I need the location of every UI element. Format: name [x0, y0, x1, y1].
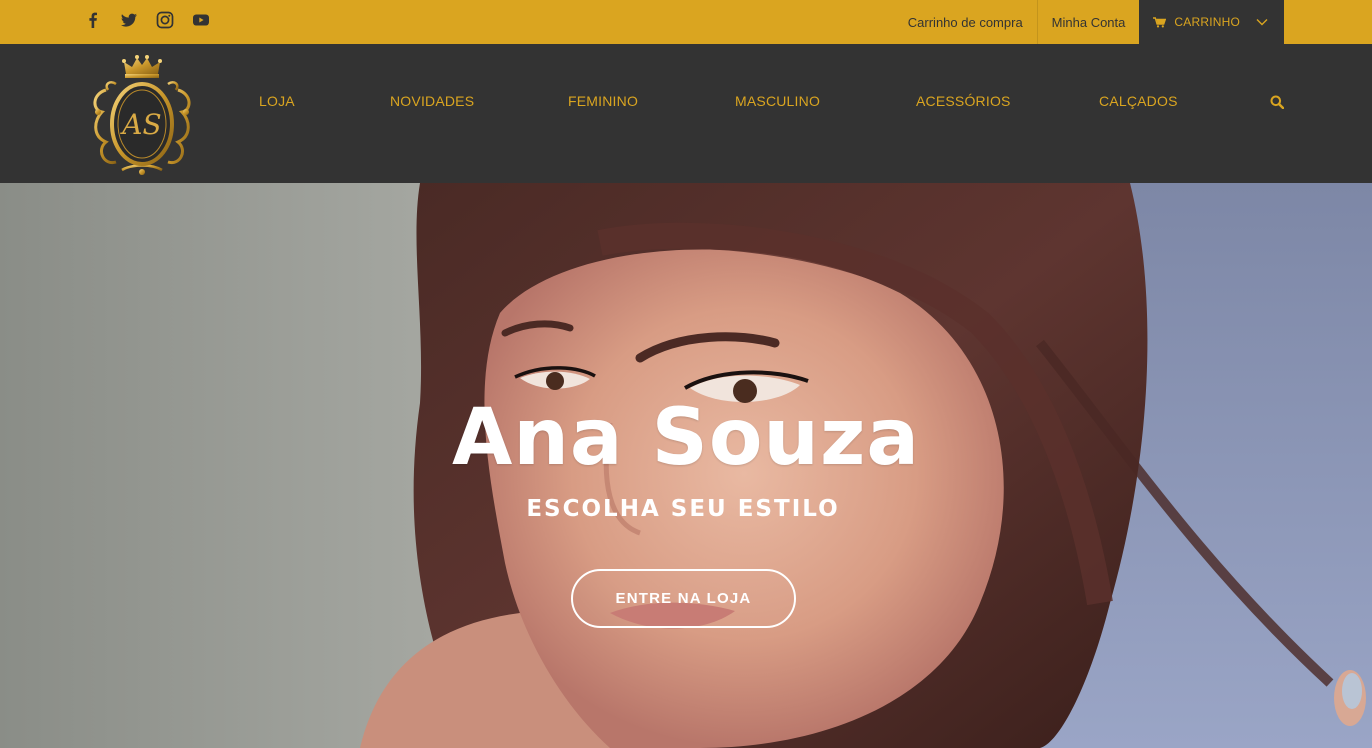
account-link[interactable]: Minha Conta [1038, 0, 1140, 44]
top-nav: Carrinho de compra Minha Conta CARRINHO [894, 0, 1284, 44]
search-icon[interactable] [1270, 95, 1284, 109]
youtube-icon[interactable] [192, 11, 210, 29]
social-links [84, 10, 210, 30]
hero-banner: Ana Souza ESCOLHA SEU ESTILO ENTRE NA LO… [0, 183, 1372, 748]
chevron-down-icon [1256, 19, 1268, 26]
main-menu: LOJA NOVIDADES FEMININO MASCULINO ACESSÓ… [0, 44, 1372, 183]
cart-button[interactable]: CARRINHO [1139, 0, 1284, 44]
menu-item-loja[interactable]: LOJA [259, 93, 295, 109]
menu-item-masculino[interactable]: MASCULINO [735, 93, 820, 109]
menu-item-novidades[interactable]: NOVIDADES [390, 93, 474, 109]
twitter-icon[interactable] [120, 11, 138, 29]
hero-title: Ana Souza [451, 393, 920, 483]
menu-item-feminino[interactable]: FEMININO [568, 93, 638, 109]
top-bar: Carrinho de compra Minha Conta CARRINHO [0, 0, 1372, 44]
facebook-icon[interactable] [84, 11, 102, 29]
cart-icon [1153, 16, 1167, 27]
cart-page-link[interactable]: Carrinho de compra [894, 0, 1037, 44]
hero-subtitle: ESCOLHA SEU ESTILO [526, 496, 840, 522]
main-header: AS LOJA NOVIDADES FEMININO MASCULINO ACE… [0, 44, 1372, 183]
cart-button-label: CARRINHO [1174, 15, 1240, 29]
menu-item-calcados[interactable]: CALÇADOS [1099, 93, 1178, 109]
instagram-icon[interactable] [156, 11, 174, 29]
menu-item-acessorios[interactable]: ACESSÓRIOS [916, 93, 1011, 109]
enter-store-button[interactable]: ENTRE NA LOJA [571, 569, 796, 628]
